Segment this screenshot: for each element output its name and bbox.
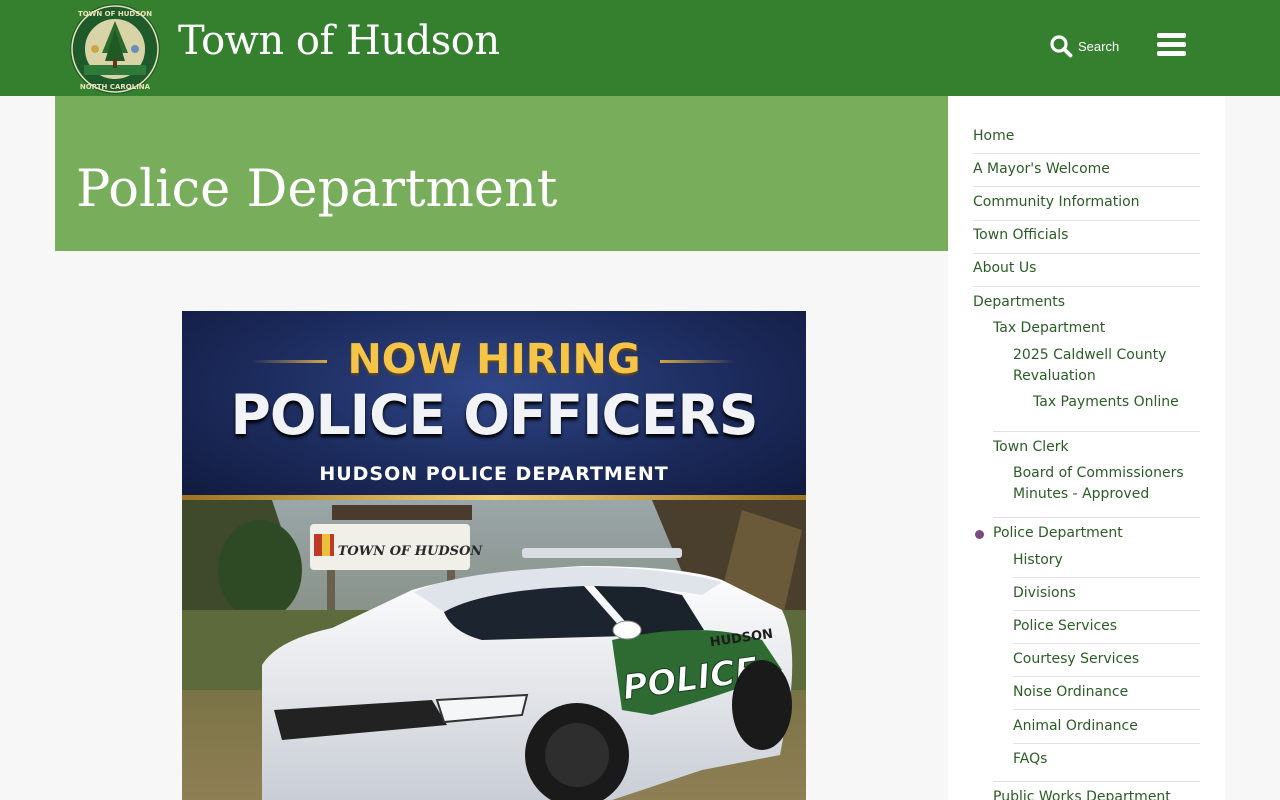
nav-noise-ordinance[interactable]: Noise Ordinance	[1013, 682, 1128, 703]
nav-departments[interactable]: Departments	[973, 292, 1065, 313]
page-title-banner: Police Department	[55, 96, 948, 251]
nav-divider	[993, 517, 1200, 518]
now-hiring-poster: NOW HIRING POLICE OFFICERS HUDSON POLICE…	[182, 311, 806, 800]
nav-police-department[interactable]: Police Department	[993, 523, 1123, 544]
nav-divider	[1013, 709, 1200, 710]
search-label: Search	[1078, 38, 1120, 54]
nav-commissioners-minutes-line2: Minutes - Approved	[1013, 486, 1150, 502]
poster-department: HUDSON POLICE DEPARTMENT	[319, 463, 669, 485]
nav-commissioners-minutes[interactable]: Board of Commissioners Minutes - Approve…	[1013, 463, 1184, 505]
poster-now-hiring: NOW HIRING	[347, 335, 641, 383]
nav-divider	[993, 431, 1200, 432]
nav-town-clerk[interactable]: Town Clerk	[993, 437, 1069, 458]
nav-community-information[interactable]: Community Information	[973, 192, 1140, 213]
nav-divider	[973, 286, 1200, 287]
town-seal-logo[interactable]: TOWN OF HUDSON NORTH CAROLINA	[69, 3, 161, 95]
nav-animal-ordinance[interactable]: Animal Ordinance	[1013, 716, 1138, 737]
site-header: TOWN OF HUDSON NORTH CAROLINA Town of Hu…	[0, 0, 1280, 96]
active-page-bullet-icon	[975, 530, 984, 539]
logo-text-top: TOWN OF HUDSON	[78, 10, 152, 18]
nav-tax-payments-online[interactable]: Tax Payments Online	[1033, 392, 1179, 413]
nav-public-works-department[interactable]: Public Works Department	[993, 787, 1171, 800]
nav-tax-department[interactable]: Tax Department	[993, 318, 1105, 339]
nav-home[interactable]: Home	[973, 126, 1014, 147]
logo-text-bottom: NORTH CAROLINA	[80, 83, 151, 91]
nav-mayors-welcome[interactable]: A Mayor's Welcome	[973, 159, 1110, 180]
nav-divider	[1013, 610, 1200, 611]
hamburger-menu-icon[interactable]	[1157, 31, 1187, 59]
nav-divider	[973, 153, 1200, 154]
page-title: Police Department	[76, 160, 558, 219]
nav-caldwell-revaluation-line2: Revaluation	[1013, 368, 1096, 384]
nav-history[interactable]: History	[1013, 550, 1063, 571]
nav-courtesy-services[interactable]: Courtesy Services	[1013, 649, 1139, 670]
nav-town-officials[interactable]: Town Officials	[973, 225, 1068, 246]
nav-divider	[1013, 577, 1200, 578]
nav-divider	[1013, 676, 1200, 677]
search-icon	[1050, 35, 1073, 58]
nav-divider	[1013, 643, 1200, 644]
nav-divider	[973, 253, 1200, 254]
nav-divider	[993, 781, 1200, 782]
search-button[interactable]: Search	[1049, 33, 1119, 59]
nav-commissioners-minutes-line1: Board of Commissioners	[1013, 465, 1184, 481]
nav-faqs[interactable]: FAQs	[1013, 749, 1047, 770]
nav-divider	[973, 186, 1200, 187]
poster-police-officers: POLICE OFFICERS	[230, 383, 759, 447]
nav-divider	[973, 220, 1200, 221]
police-car-photo: TOWN OF HUDSON POLICE HUDSON	[182, 500, 806, 800]
nav-caldwell-revaluation[interactable]: 2025 Caldwell County Revaluation	[1013, 345, 1166, 387]
site-title[interactable]: Town of Hudson	[178, 18, 500, 64]
nav-police-services[interactable]: Police Services	[1013, 616, 1117, 637]
sign-text: TOWN OF HUDSON	[338, 544, 484, 559]
nav-divider	[1013, 743, 1200, 744]
nav-divisions[interactable]: Divisions	[1013, 583, 1076, 604]
nav-about-us[interactable]: About Us	[973, 258, 1036, 279]
nav-caldwell-revaluation-line1: 2025 Caldwell County	[1013, 347, 1167, 363]
sidebar-nav: Home A Mayor's Welcome Community Informa…	[948, 96, 1225, 800]
